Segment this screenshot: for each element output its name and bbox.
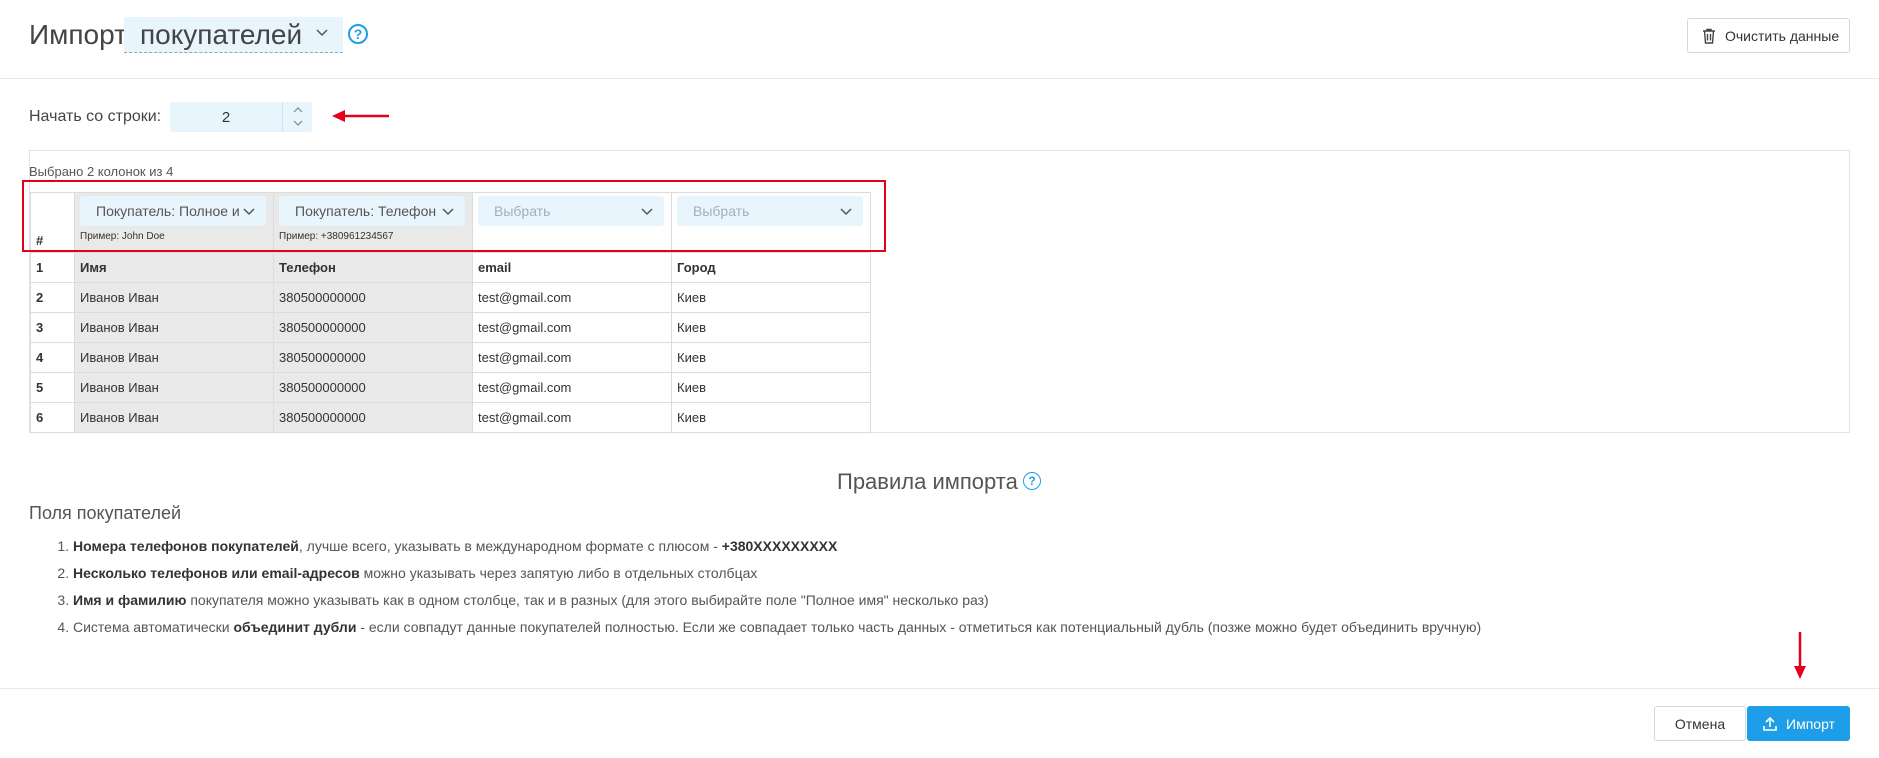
rules-title: Правила импорта	[837, 469, 1018, 494]
list-item: Имя и фамилию покупателя можно указывать…	[73, 587, 1481, 614]
table-cell: 380500000000	[273, 372, 473, 403]
table-row: 3 Иванов Иван 380500000000 test@gmail.co…	[30, 312, 871, 343]
list-item: Несколько телефонов или email-адресов мо…	[73, 560, 1481, 587]
page-title: Импорт	[29, 19, 127, 50]
cancel-button[interactable]: Отмена	[1654, 706, 1746, 741]
annotation-arrow-left	[332, 110, 389, 122]
start-row-label: Начать со строки:	[29, 108, 162, 125]
table-row: 2 Иванов Иван 380500000000 test@gmail.co…	[30, 282, 871, 313]
start-row-input[interactable]: 2	[170, 102, 312, 132]
table-cell: 380500000000	[273, 402, 473, 433]
clear-data-button[interactable]: Очистить данные	[1687, 18, 1850, 53]
upload-icon	[1763, 716, 1777, 731]
table-cell: 380500000000	[273, 312, 473, 343]
table-cell: Иванов Иван	[74, 372, 274, 403]
table-cell: Киев	[671, 342, 871, 373]
help-icon[interactable]: ?	[1023, 472, 1041, 490]
table-cell: Киев	[671, 312, 871, 343]
start-row-stepper[interactable]	[282, 102, 312, 132]
table-row: 6 Иванов Иван 380500000000 test@gmail.co…	[30, 402, 871, 433]
rules-list: Номера телефонов покупателей, лучше всег…	[54, 533, 1481, 641]
help-icon[interactable]: ?	[348, 24, 368, 44]
table-cell: 380500000000	[273, 282, 473, 313]
table-cell: Город	[671, 252, 871, 283]
table-cell: test@gmail.com	[472, 372, 672, 403]
import-button[interactable]: Импорт	[1747, 706, 1850, 741]
entity-type-select[interactable]: покупателей	[124, 17, 343, 53]
list-item: Система автоматически объединит дубли - …	[73, 614, 1481, 641]
table-row: 4 Иванов Иван 380500000000 test@gmail.co…	[30, 342, 871, 373]
table-cell: Киев	[671, 402, 871, 433]
table-cell: Телефон	[273, 252, 473, 283]
import-button-label: Импорт	[1786, 715, 1835, 732]
footer	[0, 688, 1879, 758]
list-item: Номера телефонов покупателей, лучше всег…	[73, 533, 1481, 560]
table-cell: Киев	[671, 372, 871, 403]
trash-icon	[1703, 28, 1715, 44]
row-number: 6	[30, 402, 75, 433]
selected-columns-info: Выбрано 2 колонок из 4	[29, 164, 174, 179]
fields-title: Поля покупателей	[29, 503, 182, 523]
table-cell: Иванов Иван	[74, 402, 274, 433]
annotation-arrow-down	[1794, 632, 1806, 679]
table-row: 5 Иванов Иван 380500000000 test@gmail.co…	[30, 372, 871, 403]
row-number: 3	[30, 312, 75, 343]
spin-up-icon[interactable]	[292, 106, 304, 114]
row-number: 1	[30, 252, 75, 283]
table-cell: Киев	[671, 282, 871, 313]
chevron-down-icon	[316, 29, 328, 37]
table-cell: Иванов Иван	[74, 312, 274, 343]
row-number: 4	[30, 342, 75, 373]
entity-type-select-value: покупателей	[140, 18, 303, 50]
spin-down-icon[interactable]	[292, 119, 304, 127]
table-cell: test@gmail.com	[472, 342, 672, 373]
table-cell: Имя	[74, 252, 274, 283]
table-cell: test@gmail.com	[472, 312, 672, 343]
annotation-highlight-box	[22, 180, 886, 252]
table-cell: email	[472, 252, 672, 283]
table-cell: test@gmail.com	[472, 402, 672, 433]
table-cell: Иванов Иван	[74, 282, 274, 313]
row-number: 2	[30, 282, 75, 313]
table-cell: 380500000000	[273, 342, 473, 373]
table-cell: test@gmail.com	[472, 282, 672, 313]
table-row: 1 Имя Телефон email Город	[30, 252, 871, 283]
clear-data-label: Очистить данные	[1725, 27, 1840, 44]
table-cell: Иванов Иван	[74, 342, 274, 373]
start-row-value: 2	[221, 109, 231, 126]
row-number: 5	[30, 372, 75, 403]
